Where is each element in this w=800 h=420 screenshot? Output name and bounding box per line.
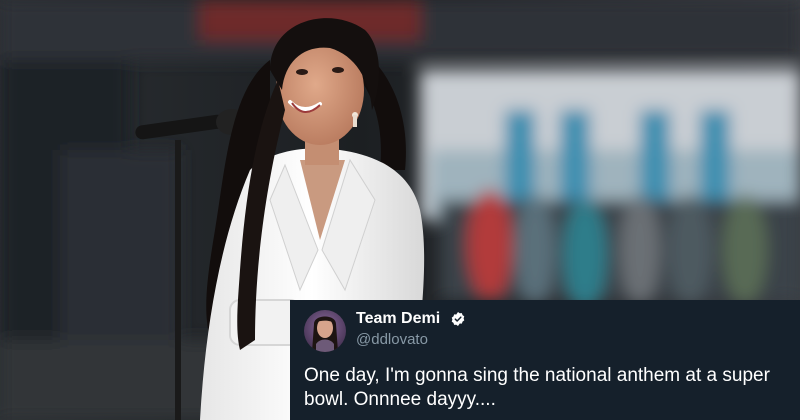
display-name[interactable]: Team Demi xyxy=(356,310,440,328)
avatar[interactable] xyxy=(304,310,346,352)
handle[interactable]: @ddlovato xyxy=(356,331,428,348)
tweet-card: Team Demi @ddlovato One day, I'm gonna s… xyxy=(290,300,800,420)
tweet-text: One day, I'm gonna sing the national ant… xyxy=(304,365,770,410)
verified-badge-icon xyxy=(451,312,465,326)
profile-photo xyxy=(304,310,346,352)
